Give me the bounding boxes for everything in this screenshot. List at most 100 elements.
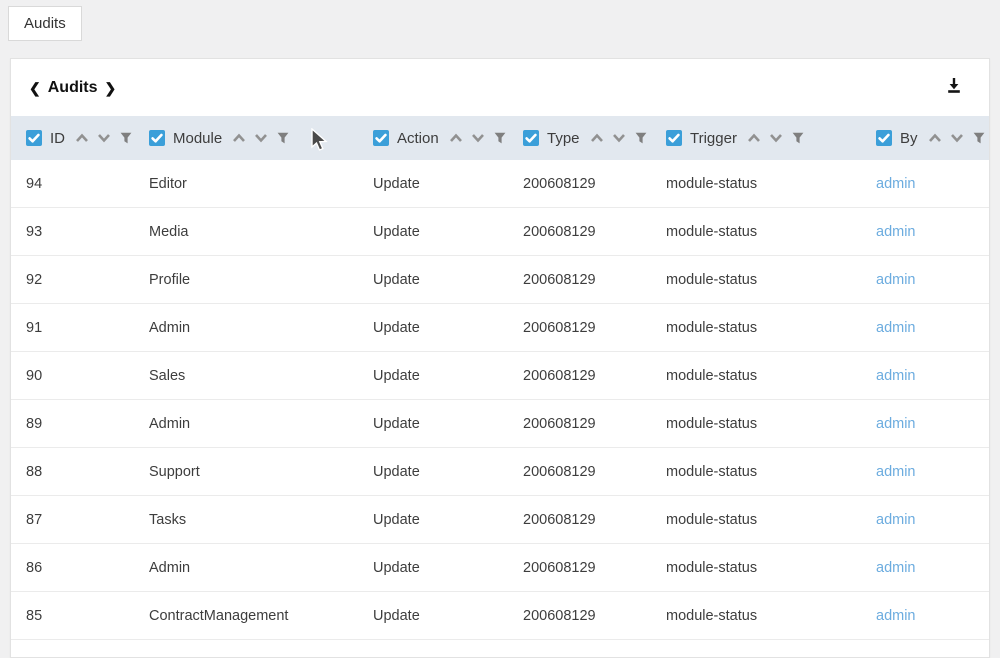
by-user-link[interactable]: admin bbox=[876, 416, 916, 432]
by-user-link[interactable]: admin bbox=[876, 224, 916, 240]
column-header-action: Action bbox=[373, 130, 523, 147]
cell-action: Update bbox=[373, 608, 523, 624]
cell-module: Admin bbox=[149, 416, 373, 432]
download-button[interactable] bbox=[945, 76, 963, 99]
sort-asc-icon[interactable] bbox=[590, 133, 604, 143]
cell-by: admin bbox=[876, 368, 989, 384]
column-header-module: Module bbox=[149, 130, 373, 147]
cell-trigger: module-status bbox=[666, 224, 876, 240]
column-checkbox[interactable] bbox=[523, 130, 539, 146]
tab-audits[interactable]: Audits bbox=[8, 6, 82, 41]
cell-id: 91 bbox=[26, 320, 149, 336]
cell-id: 88 bbox=[26, 464, 149, 480]
sort-asc-icon[interactable] bbox=[928, 133, 942, 143]
by-user-link[interactable]: admin bbox=[876, 464, 916, 480]
table-row: 93 Media Update 200608129 module-status … bbox=[11, 208, 989, 256]
chevron-right-icon[interactable]: ❯ bbox=[105, 81, 117, 95]
download-icon bbox=[945, 76, 963, 99]
cell-action: Update bbox=[373, 224, 523, 240]
cell-by: admin bbox=[876, 512, 989, 528]
column-checkbox[interactable] bbox=[373, 130, 389, 146]
by-user-link[interactable]: admin bbox=[876, 272, 916, 288]
sort-asc-icon[interactable] bbox=[232, 133, 246, 143]
column-label: ID bbox=[50, 130, 65, 147]
cell-type: 200608129 bbox=[523, 416, 666, 432]
cell-trigger: module-status bbox=[666, 368, 876, 384]
cell-action: Update bbox=[373, 560, 523, 576]
cell-module: Tasks bbox=[149, 512, 373, 528]
sort-desc-icon[interactable] bbox=[769, 133, 783, 143]
column-label: Trigger bbox=[690, 130, 737, 147]
cell-id: 93 bbox=[26, 224, 149, 240]
by-user-link[interactable]: admin bbox=[876, 368, 916, 384]
sort-desc-icon[interactable] bbox=[97, 133, 111, 143]
filter-icon[interactable] bbox=[276, 131, 290, 145]
cell-type: 200608129 bbox=[523, 608, 666, 624]
sort-asc-icon[interactable] bbox=[75, 133, 89, 143]
column-label: By bbox=[900, 130, 918, 147]
by-user-link[interactable]: admin bbox=[876, 512, 916, 528]
cell-module: Sales bbox=[149, 368, 373, 384]
tab-audits-label: Audits bbox=[24, 15, 66, 32]
cell-action: Update bbox=[373, 320, 523, 336]
table-row: 92 Profile Update 200608129 module-statu… bbox=[11, 256, 989, 304]
column-checkbox[interactable] bbox=[876, 130, 892, 146]
cell-module: Admin bbox=[149, 560, 373, 576]
cell-by: admin bbox=[876, 320, 989, 336]
column-checkbox[interactable] bbox=[26, 130, 42, 146]
cell-action: Update bbox=[373, 464, 523, 480]
sort-asc-icon[interactable] bbox=[449, 133, 463, 143]
cell-by: admin bbox=[876, 560, 989, 576]
cell-trigger: module-status bbox=[666, 320, 876, 336]
table-row: 86 Admin Update 200608129 module-status … bbox=[11, 544, 989, 592]
cell-id: 94 bbox=[26, 176, 149, 192]
sort-asc-icon[interactable] bbox=[747, 133, 761, 143]
cell-module: Admin bbox=[149, 320, 373, 336]
cell-id: 85 bbox=[26, 608, 149, 624]
cell-module: Editor bbox=[149, 176, 373, 192]
table-row: 90 Sales Update 200608129 module-status … bbox=[11, 352, 989, 400]
by-user-link[interactable]: admin bbox=[876, 608, 916, 624]
table-header-row: ID Module bbox=[11, 116, 989, 160]
column-label: Module bbox=[173, 130, 222, 147]
cell-type: 200608129 bbox=[523, 512, 666, 528]
cell-by: admin bbox=[876, 416, 989, 432]
filter-icon[interactable] bbox=[634, 131, 648, 145]
column-header-id: ID bbox=[26, 130, 149, 147]
filter-icon[interactable] bbox=[119, 131, 133, 145]
cell-action: Update bbox=[373, 512, 523, 528]
column-label: Action bbox=[397, 130, 439, 147]
column-checkbox[interactable] bbox=[149, 130, 165, 146]
cell-by: admin bbox=[876, 272, 989, 288]
panel-title-label: Audits bbox=[48, 79, 98, 97]
filter-icon[interactable] bbox=[791, 131, 805, 145]
cell-action: Update bbox=[373, 416, 523, 432]
cell-by: admin bbox=[876, 608, 989, 624]
sort-desc-icon[interactable] bbox=[471, 133, 485, 143]
table-row: 89 Admin Update 200608129 module-status … bbox=[11, 400, 989, 448]
by-user-link[interactable]: admin bbox=[876, 176, 916, 192]
tab-bar: Audits bbox=[0, 0, 1000, 50]
cell-type: 200608129 bbox=[523, 464, 666, 480]
cell-type: 200608129 bbox=[523, 560, 666, 576]
cell-trigger: module-status bbox=[666, 512, 876, 528]
filter-icon[interactable] bbox=[493, 131, 507, 145]
cell-module: Support bbox=[149, 464, 373, 480]
column-header-by: By bbox=[876, 130, 989, 147]
sort-desc-icon[interactable] bbox=[254, 133, 268, 143]
by-user-link[interactable]: admin bbox=[876, 320, 916, 336]
column-header-type: Type bbox=[523, 130, 666, 147]
cell-type: 200608129 bbox=[523, 368, 666, 384]
chevron-left-icon[interactable]: ❮ bbox=[29, 81, 41, 95]
cell-trigger: module-status bbox=[666, 560, 876, 576]
filter-icon[interactable] bbox=[972, 131, 986, 145]
audits-panel: ❮ Audits ❯ ID bbox=[10, 58, 990, 658]
by-user-link[interactable]: admin bbox=[876, 560, 916, 576]
column-checkbox[interactable] bbox=[666, 130, 682, 146]
cell-trigger: module-status bbox=[666, 272, 876, 288]
sort-desc-icon[interactable] bbox=[612, 133, 626, 143]
cell-id: 90 bbox=[26, 368, 149, 384]
cell-by: admin bbox=[876, 224, 989, 240]
sort-desc-icon[interactable] bbox=[950, 133, 964, 143]
cell-by: admin bbox=[876, 464, 989, 480]
